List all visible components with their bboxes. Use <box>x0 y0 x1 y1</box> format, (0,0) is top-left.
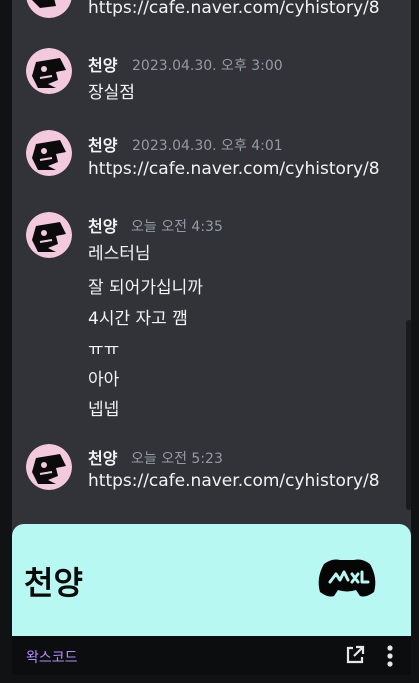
message-text: 4시간 자고 깸 <box>88 309 188 329</box>
message-text: 장실점 <box>88 83 135 103</box>
avatar[interactable] <box>26 48 72 94</box>
message-link[interactable]: https://cafe.naver.com/cyhistory/8 <box>88 471 380 491</box>
timestamp: 오늘 오전 5:23 <box>131 451 223 467</box>
timestamp: 2023.04.30. 오후 3:00 <box>132 58 283 74</box>
author-name[interactable]: 천양 <box>88 213 117 237</box>
more-vertical-icon[interactable] <box>384 644 396 668</box>
author-name[interactable]: 천양 <box>88 445 117 469</box>
message-text: 아아 <box>88 370 120 390</box>
app-name-label[interactable]: 왁스코드 <box>26 647 78 667</box>
embed-footer: 왁스코드 <box>12 636 411 675</box>
card-title: 천양 <box>24 564 83 602</box>
message-text: 넵넵 <box>88 400 120 420</box>
message-text: ㅠㅠ <box>88 340 120 360</box>
chat-panel: https://cafe.naver.com/cyhistory/8 천양 20… <box>12 0 411 636</box>
scrollbar[interactable] <box>406 320 411 510</box>
avatar[interactable] <box>26 0 72 18</box>
waxcord-logo-icon <box>314 552 380 604</box>
author-name[interactable]: 천양 <box>88 52 117 76</box>
external-link-icon[interactable] <box>344 644 366 666</box>
message-text: 잘 되어가십니까 <box>88 278 203 298</box>
message-text[interactable]: https://cafe.naver.com/cyhistory/8 <box>88 0 380 18</box>
avatar[interactable] <box>26 444 72 490</box>
timestamp: 오늘 오전 4:35 <box>131 219 223 235</box>
avatar[interactable] <box>26 212 72 258</box>
message-link[interactable]: https://cafe.naver.com/cyhistory/8 <box>88 159 380 179</box>
message-text: 레스터님 <box>88 244 151 264</box>
timestamp: 2023.04.30. 오후 4:01 <box>132 138 283 154</box>
avatar[interactable] <box>26 130 72 176</box>
author-name[interactable]: 천양 <box>88 132 117 156</box>
embed-card[interactable]: 천양 <box>12 524 411 636</box>
